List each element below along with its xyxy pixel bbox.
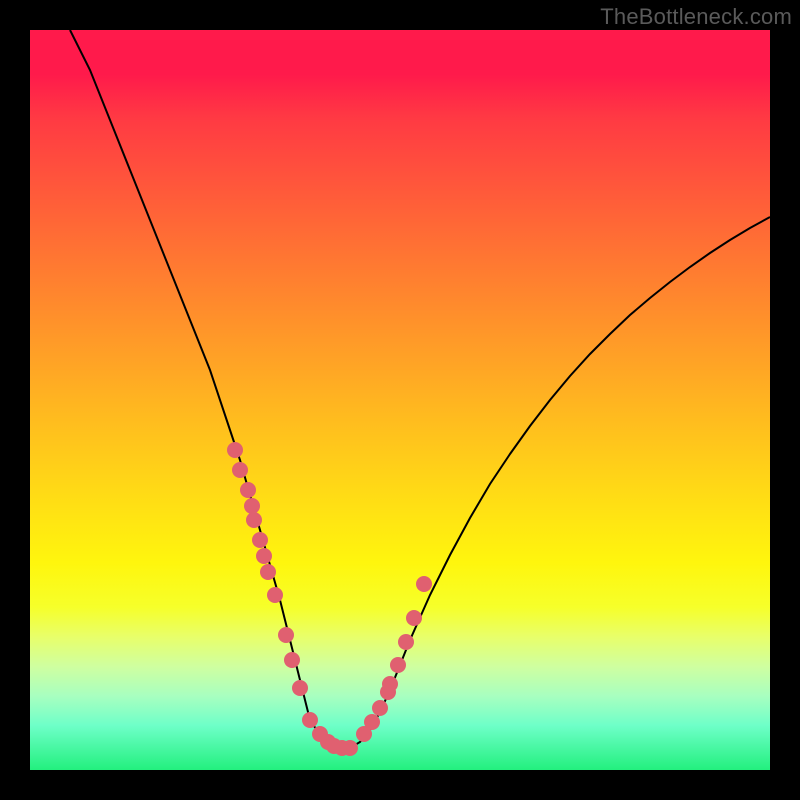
marker-dot [390, 657, 406, 673]
marker-dot [244, 498, 260, 514]
marker-dot [227, 442, 243, 458]
bottleneck-curve [70, 30, 770, 748]
plot-area [30, 30, 770, 770]
marker-dot [260, 564, 276, 580]
marker-dot [246, 512, 262, 528]
marker-dot [240, 482, 256, 498]
marker-dot [364, 714, 380, 730]
marker-dot [302, 712, 318, 728]
marker-dot [252, 532, 268, 548]
marker-dot [342, 740, 358, 756]
marker-dot [398, 634, 414, 650]
marker-dot [267, 587, 283, 603]
chart-svg [30, 30, 770, 770]
marker-dot [284, 652, 300, 668]
marker-dot [256, 548, 272, 564]
marker-dot [292, 680, 308, 696]
marker-group [227, 442, 432, 756]
marker-dot [278, 627, 294, 643]
marker-dot [232, 462, 248, 478]
watermark-text: TheBottleneck.com [600, 4, 792, 30]
marker-dot [372, 700, 388, 716]
marker-dot [406, 610, 422, 626]
marker-dot [382, 676, 398, 692]
chart-frame: TheBottleneck.com [0, 0, 800, 800]
marker-dot [416, 576, 432, 592]
